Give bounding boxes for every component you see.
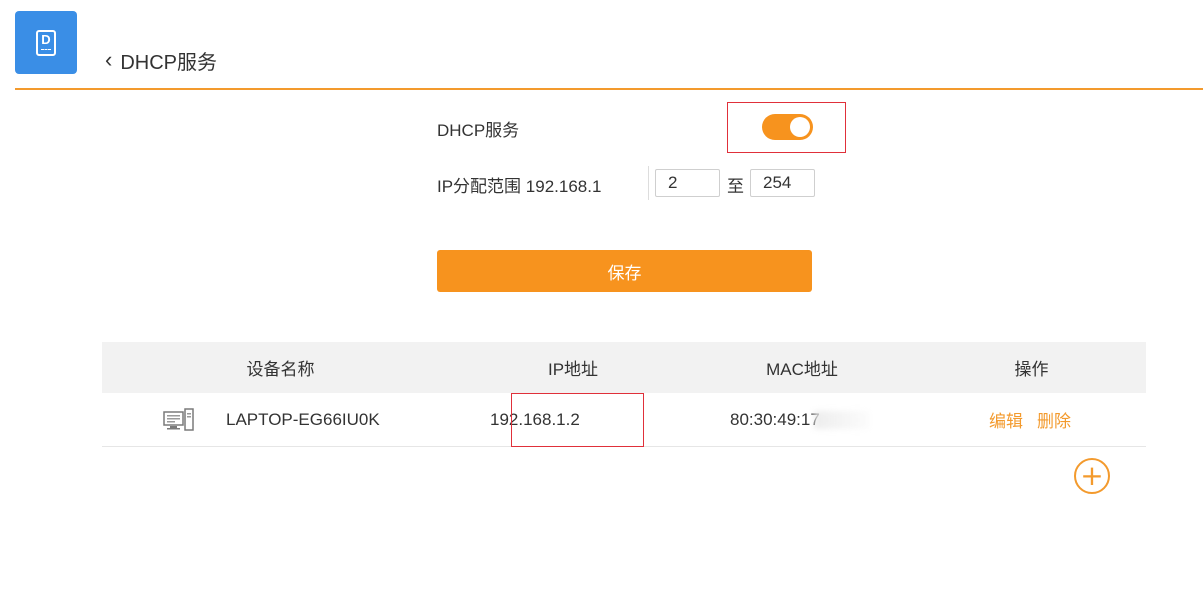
plus-icon: +	[1080, 459, 1104, 492]
actions-cell: 编辑 删除	[917, 407, 1146, 432]
header-device-name: 设备名称	[246, 360, 315, 379]
header-divider	[15, 88, 1203, 90]
range-end-input[interactable]	[750, 169, 815, 197]
header-actions: 操作	[1014, 360, 1049, 379]
app-logo: D	[15, 11, 77, 74]
table-header: 设备名称 IP地址 MAC地址 操作	[102, 342, 1146, 393]
range-to-label: 至	[727, 177, 744, 196]
device-cell: LAPTOP-EG66IU0K	[102, 407, 459, 433]
redaction-blur	[813, 411, 870, 430]
save-button[interactable]: 保存	[437, 250, 812, 292]
ip-highlight-box	[511, 393, 644, 447]
mac-cell: 80:30:49:17	[687, 410, 917, 430]
range-divider	[648, 166, 649, 200]
computer-icon	[163, 407, 195, 433]
logo-letter: D	[41, 31, 51, 47]
header-ip: IP地址	[547, 360, 599, 379]
mac-value: 80:30:49:17	[730, 409, 820, 429]
client-table: 设备名称 IP地址 MAC地址 操作 LAPTOP-EG66IU0K 192.1…	[102, 342, 1146, 447]
dhcp-toggle[interactable]	[762, 114, 813, 140]
header-mac: MAC地址	[766, 360, 838, 379]
dhcp-service-label: DHCP服务	[437, 121, 520, 140]
toggle-knob	[790, 117, 810, 137]
back-button[interactable]: ‹ DHCP服务	[105, 46, 217, 74]
edit-link[interactable]: 编辑	[989, 407, 1023, 432]
range-start-input[interactable]	[655, 169, 720, 197]
chevron-left-icon: ‹	[105, 47, 113, 72]
add-client-button[interactable]: +	[1074, 458, 1110, 494]
page-title: DHCP服务	[120, 51, 217, 74]
ip-range-label: IP分配范围 192.168.1	[437, 177, 602, 196]
logo-icon: D	[36, 29, 56, 56]
delete-link[interactable]: 删除	[1037, 407, 1071, 432]
device-name: LAPTOP-EG66IU0K	[226, 409, 380, 429]
